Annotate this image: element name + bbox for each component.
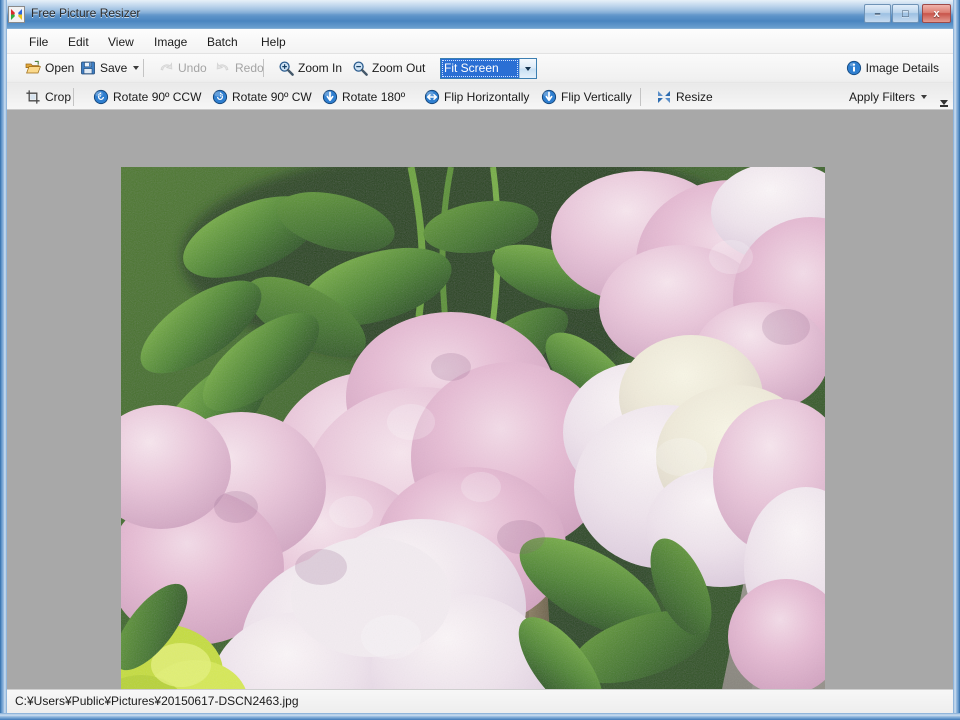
menu-item-batch[interactable]: Batch (199, 33, 246, 51)
menu-item-edit[interactable]: Edit (60, 33, 97, 51)
rotate-180-icon (322, 89, 338, 105)
magnifier-plus-icon (278, 60, 294, 76)
image-canvas-viewport[interactable] (7, 110, 953, 690)
toolbar-container: Open Save Undo Redo Zoom In Zoom Out Image Det… (7, 54, 953, 110)
toolbar-button-label: Zoom In (298, 61, 343, 75)
rotate-ccw-icon (93, 89, 109, 105)
info-circle-icon (846, 60, 862, 76)
titlebar-gloss (0, 0, 960, 14)
hydrangea-photograph[interactable] (121, 167, 825, 690)
crop-icon (25, 89, 41, 105)
zoom-level-dropdown-button[interactable] (519, 59, 536, 78)
zoom-level-combobox[interactable]: Fit Screen (440, 58, 537, 79)
toolbar-button-label: Zoom Out (372, 61, 426, 75)
toolbar-row-secondary: Crop Rotate 90º CCW Rotate 90º CW Rotate 18… (7, 82, 953, 110)
toolbar-button-label: Rotate 90º CW (232, 90, 312, 104)
toolbar-button-label: Undo (178, 61, 207, 75)
window-border-bottom (0, 713, 960, 720)
flip-vertical-icon (541, 89, 557, 105)
window-border-left (0, 0, 7, 720)
rotate-90-ccw-button[interactable]: Rotate 90º CCW (87, 86, 207, 108)
title-bar[interactable]: Free Picture Resizer – □ x (0, 0, 960, 28)
menu-item-label: View (108, 35, 134, 49)
menu-item-label: Batch (207, 35, 238, 49)
open-folder-icon (25, 60, 41, 76)
menu-item-help[interactable]: Help (253, 33, 294, 51)
status-file-path: C:¥Users¥Public¥Pictures¥20150617-DSCN24… (15, 694, 299, 708)
toolbar-button-label: Redo (235, 61, 264, 75)
menu-item-label: Help (261, 35, 286, 49)
menu-item-image[interactable]: Image (146, 33, 195, 51)
crop-button[interactable]: Crop (19, 86, 77, 108)
maximize-icon: □ (902, 7, 909, 20)
zoom-out-button[interactable]: Zoom Out (346, 57, 431, 79)
client-area: File Edit View Image Batch Help Open Save Undo R… (7, 28, 953, 713)
window-border-right (953, 0, 960, 720)
open-button[interactable]: Open (19, 57, 80, 79)
redo-arrow-icon (215, 60, 231, 76)
rotate-90-cw-button[interactable]: Rotate 90º CW (206, 86, 318, 108)
close-button[interactable]: x (922, 4, 951, 23)
menu-bar: File Edit View Image Batch Help (7, 29, 953, 54)
toolbar-button-label: Crop (45, 90, 72, 104)
toolbar-button-label: Image Details (865, 61, 939, 75)
toolbar-button-label: Apply Filters (848, 90, 915, 104)
chevron-down-icon (525, 66, 531, 71)
toolbar-button-label: Save (100, 61, 128, 75)
flip-horizontally-button[interactable]: Flip Horizontally (418, 86, 535, 108)
toolbar-button-label: Flip Horizontally (444, 90, 530, 104)
menu-item-label: Image (154, 35, 188, 49)
apply-filters-button[interactable]: Apply Filters (839, 86, 933, 108)
toolbar-button-label: Flip Vertically (561, 90, 632, 104)
undo-arrow-icon (158, 60, 174, 76)
rotate-180-button[interactable]: Rotate 180º (316, 86, 411, 108)
minimize-icon: – (874, 7, 881, 20)
chevron-down-icon[interactable] (921, 95, 927, 99)
image-details-button[interactable]: Image Details (840, 57, 945, 79)
resize-button[interactable]: Resize (650, 86, 719, 108)
floppy-disk-icon (80, 60, 96, 76)
minimize-button[interactable]: – (864, 4, 891, 23)
magnifier-minus-icon (352, 60, 368, 76)
redo-button: Redo (209, 57, 270, 79)
menu-item-label: File (29, 35, 49, 49)
flip-vertically-button[interactable]: Flip Vertically (535, 86, 638, 108)
status-bar: C:¥Users¥Public¥Pictures¥20150617-DSCN24… (7, 689, 953, 713)
zoom-level-value[interactable]: Fit Screen (441, 59, 519, 78)
menu-item-file[interactable]: File (21, 33, 56, 51)
resize-arrows-icon (656, 89, 672, 105)
toolbar-button-label: Open (45, 61, 75, 75)
application-window: Free Picture Resizer – □ x File Edit View I… (0, 0, 960, 720)
flip-horizontal-icon (424, 89, 440, 105)
close-icon: x (933, 7, 940, 20)
zoom-in-button[interactable]: Zoom In (272, 57, 348, 79)
window-title: Free Picture Resizer (31, 6, 141, 20)
pinwheel-app-icon (8, 6, 25, 23)
save-button[interactable]: Save (74, 57, 145, 79)
menu-item-view[interactable]: View (100, 33, 142, 51)
toolbar-button-label: Rotate 90º CCW (113, 90, 202, 104)
toolbar-overflow-chevron-icon[interactable] (937, 84, 951, 108)
maximize-button[interactable]: □ (892, 4, 919, 23)
rotate-cw-icon (212, 89, 228, 105)
menu-item-label: Edit (68, 35, 89, 49)
toolbar-button-label: Rotate 180º (342, 90, 406, 104)
chevron-down-icon[interactable] (133, 66, 140, 70)
toolbar-button-label: Resize (676, 90, 713, 104)
toolbar-separator (640, 88, 641, 106)
undo-button: Undo (152, 57, 213, 79)
